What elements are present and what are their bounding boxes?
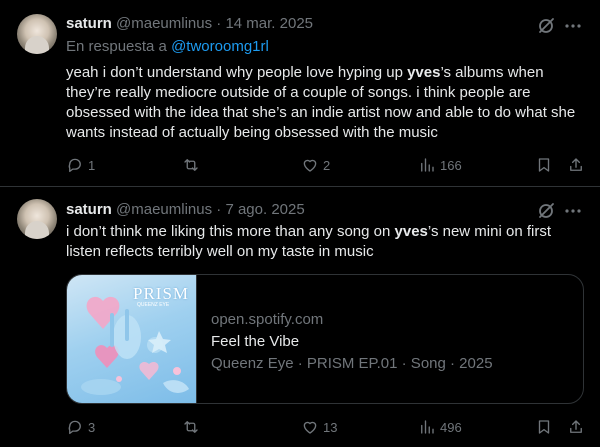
post-actions: 1 2 166 xyxy=(0,155,600,175)
reply-icon xyxy=(68,420,81,435)
share-button[interactable] xyxy=(567,155,585,175)
card-domain: open.spotify.com xyxy=(211,311,324,328)
like-button[interactable]: 13 xyxy=(301,417,337,437)
card-title: Feel the Vibe xyxy=(211,333,300,350)
card-meta: Queenz Eye · PRISM EP.01 · Song · 2025 xyxy=(211,355,493,372)
like-count: 2 xyxy=(323,157,331,173)
card-info: open.spotify.com Feel the Vibe Queenz Ey… xyxy=(211,309,493,375)
post[interactable]: saturn @maeumlinus · 14 mar. 2025 En res… xyxy=(0,0,600,187)
reply-count: 3 xyxy=(88,419,96,435)
author-handle[interactable]: @maeumlinus xyxy=(116,201,212,218)
author-name[interactable]: saturn xyxy=(66,15,112,32)
bookmark-button[interactable] xyxy=(535,417,553,437)
like-count: 13 xyxy=(323,419,338,435)
like-icon xyxy=(303,159,317,172)
share-button[interactable] xyxy=(567,417,585,437)
bookmark-icon xyxy=(538,420,550,434)
author-handle[interactable]: @maeumlinus xyxy=(116,15,212,32)
avatar[interactable] xyxy=(17,14,57,54)
more-icon[interactable] xyxy=(563,201,583,221)
cover-subtitle: QUEENZ EYE xyxy=(137,302,170,308)
bookmark-icon xyxy=(538,158,550,172)
reply-button[interactable]: 3 xyxy=(66,417,95,437)
grok-icon[interactable] xyxy=(536,201,556,221)
grok-icon[interactable] xyxy=(536,16,556,36)
views-count: 496 xyxy=(440,419,462,435)
reply-button[interactable]: 1 xyxy=(66,155,95,175)
post-text: yeah i don’t understand why people love … xyxy=(66,64,576,141)
reply-count: 1 xyxy=(88,157,96,173)
album-cover: PRISM QUEENZ EYE xyxy=(67,275,197,403)
post-header: saturn @maeumlinus · 7 ago. 2025 xyxy=(66,200,305,220)
separator: · xyxy=(212,15,226,32)
post[interactable]: saturn @maeumlinus · 7 ago. 2025 i don’t… xyxy=(0,187,600,447)
author-name[interactable]: saturn xyxy=(66,201,112,218)
repost-icon xyxy=(184,159,198,171)
repost-icon xyxy=(184,421,198,433)
bookmark-button[interactable] xyxy=(535,155,553,175)
reply-context: En respuesta a @tworoomg1rl xyxy=(66,38,269,55)
separator: · xyxy=(212,201,226,218)
share-icon xyxy=(570,420,582,433)
post-actions: 3 13 496 xyxy=(0,417,600,437)
repost-button[interactable] xyxy=(182,417,204,437)
bold-mention: yves xyxy=(394,223,428,240)
repost-button[interactable] xyxy=(182,155,204,175)
avatar[interactable] xyxy=(17,199,57,239)
views-button[interactable]: 496 xyxy=(418,417,462,437)
link-card[interactable]: PRISM QUEENZ EYE open.spotify.com Feel t… xyxy=(66,274,584,404)
views-icon xyxy=(421,158,434,172)
views-button[interactable]: 166 xyxy=(418,155,462,175)
post-date[interactable]: 7 ago. 2025 xyxy=(225,201,304,218)
like-button[interactable]: 2 xyxy=(301,155,330,175)
post-header: saturn @maeumlinus · 14 mar. 2025 xyxy=(66,14,313,34)
post-date[interactable]: 14 mar. 2025 xyxy=(225,15,313,32)
reply-prefix: En respuesta a xyxy=(66,38,172,55)
reply-icon xyxy=(68,158,81,173)
views-icon xyxy=(421,420,434,434)
more-icon[interactable] xyxy=(563,16,583,36)
views-count: 166 xyxy=(440,157,462,173)
like-icon xyxy=(303,421,317,434)
reply-handle-link[interactable]: @tworoomg1rl xyxy=(171,38,269,55)
post-text: i don’t think me liking this more than a… xyxy=(66,223,551,260)
share-icon xyxy=(570,158,582,171)
bold-mention: yves xyxy=(407,64,441,81)
cover-title: PRISM xyxy=(133,284,190,303)
